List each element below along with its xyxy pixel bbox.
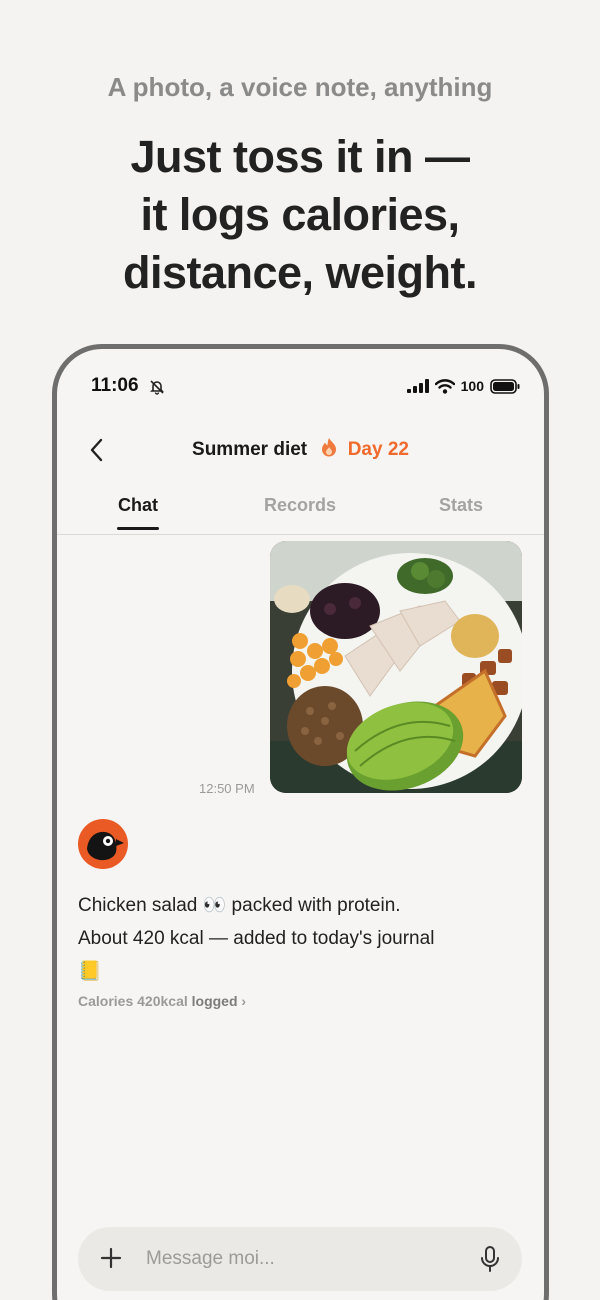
status-right: 100 — [406, 378, 520, 394]
promo-title: Just toss it in — it logs calories, dist… — [0, 128, 600, 302]
message-composer — [78, 1227, 522, 1291]
log-value: Calories 420kcal — [78, 993, 188, 1009]
promo-subtitle: A photo, a voice note, anything — [107, 72, 493, 102]
chevron-right-icon: › — [241, 993, 247, 1009]
promo-title-line: it logs calories, — [140, 189, 460, 240]
wifi-icon — [434, 378, 455, 394]
tab-stats[interactable]: Stats — [411, 495, 511, 516]
promo-title-line: Just toss it in — — [130, 131, 470, 182]
nav-bar: Summer diet Day 22 — [57, 431, 544, 471]
bot-message-line: 📒 — [78, 961, 102, 982]
microphone-icon[interactable] — [478, 1245, 502, 1273]
streak-day: Day 22 — [347, 439, 409, 460]
tab-active-indicator — [117, 527, 159, 530]
message-input[interactable] — [146, 1245, 446, 1273]
bird-avatar-icon — [78, 819, 128, 869]
phone-frame: 11:06 100 Summer diet Day 22 Chat Record… — [52, 344, 549, 1300]
promo-title-line: distance, weight. — [122, 247, 478, 298]
flame-icon — [322, 438, 337, 457]
bell-muted-icon — [150, 380, 164, 395]
nav-title-group: Summer diet Day 22 — [57, 437, 544, 461]
bot-message-line: About 420 kcal — added to today's journa… — [78, 928, 435, 949]
message-timestamp: 12:50 PM — [199, 781, 255, 796]
log-status: logged — [191, 993, 238, 1009]
food-photo-message[interactable] — [270, 541, 522, 793]
bot-message: Chicken salad 👀 packed with protein. Abo… — [78, 889, 498, 988]
tab-bar: Chat Records Stats — [57, 495, 544, 535]
log-confirmation-link[interactable]: Calories 420kcal logged › — [78, 993, 246, 1009]
bot-message-line: Chicken salad 👀 packed with protein. — [78, 895, 401, 916]
status-bar: 11:06 100 — [57, 375, 544, 401]
tab-chat[interactable]: Chat — [88, 495, 188, 516]
status-time: 11:06 — [91, 375, 139, 396]
tab-records[interactable]: Records — [250, 495, 350, 516]
nav-title: Summer diet — [192, 439, 308, 460]
cellular-signal-icon — [406, 379, 429, 393]
plus-icon[interactable] — [96, 1243, 126, 1273]
battery-percent: 100 — [460, 378, 484, 394]
salad-photo — [270, 541, 522, 793]
battery-icon — [490, 378, 520, 394]
